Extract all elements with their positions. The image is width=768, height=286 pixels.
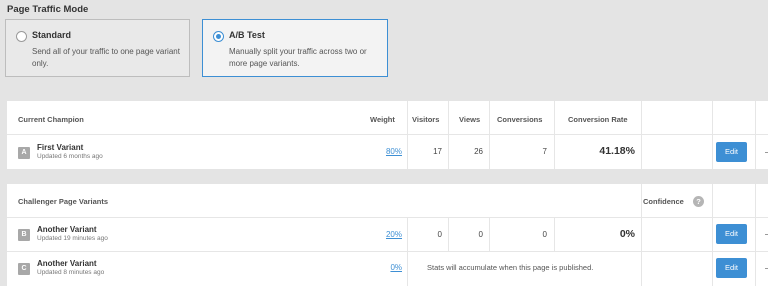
divider [407, 217, 408, 252]
edit-button[interactable]: Edit [716, 142, 747, 162]
weight-link[interactable]: 80% [367, 147, 402, 156]
conversions-column-header: Conversions [497, 115, 543, 124]
divider [755, 184, 756, 286]
ab-test-label: A/B Test [229, 30, 265, 40]
traffic-mode-title: Page Traffic Mode [7, 4, 89, 15]
challenger-variants-panel: Challenger Page Variants Confidence ? B … [7, 184, 768, 286]
confidence-column-header: Confidence [643, 197, 684, 206]
ab-test-mode-option[interactable]: A/B Test Manually split your traffic acr… [202, 19, 388, 77]
divider [7, 251, 768, 252]
divider [641, 101, 642, 169]
views-value: 0 [478, 230, 483, 239]
divider [7, 134, 768, 135]
variant-updated: Updated 6 months ago [37, 153, 103, 160]
divider [407, 251, 408, 286]
standard-description: Send all of your traffic to one page var… [32, 47, 180, 68]
divider [7, 217, 768, 218]
current-champion-panel: Current Champion Weight Visitors Views C… [7, 101, 768, 169]
ab-test-description: Manually split your traffic across two o… [229, 47, 367, 68]
variant-name[interactable]: Another Variant [37, 225, 97, 234]
variant-updated: Updated 19 minutes ago [37, 235, 108, 242]
variant-updated: Updated 8 minutes ago [37, 269, 105, 276]
conversions-value: 0 [542, 230, 547, 239]
champion-header: Current Champion [18, 115, 84, 124]
divider [554, 101, 555, 169]
weight-column-header: Weight [370, 115, 395, 124]
standard-mode-option[interactable]: Standard Send all of your traffic to one… [5, 19, 190, 77]
divider [755, 101, 756, 169]
views-column-header: Views [459, 115, 481, 124]
divider [489, 101, 490, 169]
variant-name[interactable]: First Variant [37, 143, 83, 152]
variant-badge: A [18, 147, 30, 159]
variant-name[interactable]: Another Variant [37, 259, 97, 268]
edit-button[interactable]: Edit [716, 258, 747, 278]
visitors-value: 0 [437, 230, 442, 239]
divider [407, 101, 408, 169]
variant-badge: B [18, 229, 30, 241]
weight-link[interactable]: 20% [367, 230, 402, 239]
conversion-rate-column-header: Conversion Rate [568, 115, 628, 124]
challenger-header: Challenger Page Variants [18, 197, 109, 206]
divider [712, 101, 713, 169]
standard-radio[interactable] [16, 31, 27, 42]
divider [712, 184, 713, 286]
edit-button[interactable]: Edit [716, 224, 747, 244]
conversion-rate-value: 41.18% [599, 145, 635, 157]
ab-test-radio[interactable] [213, 31, 224, 42]
variant-badge: C [18, 263, 30, 275]
divider [641, 184, 642, 286]
stats-pending-note: Stats will accumulate when this page is … [427, 263, 594, 272]
conversion-rate-value: 0% [619, 228, 635, 240]
divider [554, 217, 555, 252]
divider [448, 217, 449, 252]
weight-link[interactable]: 0% [367, 263, 402, 272]
views-value: 26 [474, 147, 483, 156]
visitors-value: 17 [433, 147, 442, 156]
standard-label: Standard [32, 30, 72, 40]
conversions-value: 7 [542, 147, 547, 156]
divider [448, 101, 449, 169]
visitors-column-header: Visitors [412, 115, 440, 124]
divider [489, 217, 490, 252]
help-icon[interactable]: ? [693, 196, 704, 207]
